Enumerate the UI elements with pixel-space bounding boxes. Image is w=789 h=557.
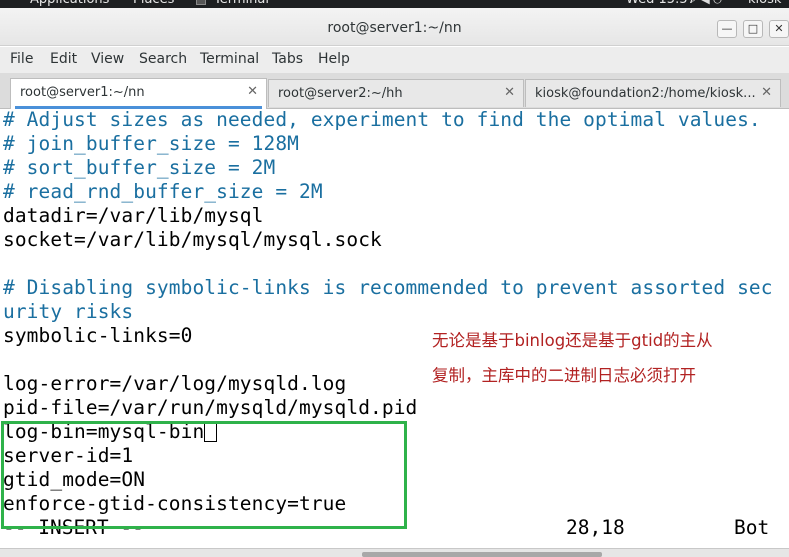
terminal-line: datadir=/var/lib/mysql bbox=[3, 204, 264, 227]
close-tab-icon[interactable]: ✕ bbox=[761, 85, 772, 100]
tab-label: root@server1:~/nn bbox=[20, 85, 145, 100]
tab-server2[interactable]: root@server2:~/hh ✕ bbox=[268, 79, 524, 107]
terminal-line: socket=/var/lib/mysql/mysql.sock bbox=[3, 228, 382, 251]
maximize-button[interactable]: □ bbox=[743, 20, 763, 38]
minimize-icon: — bbox=[721, 22, 733, 35]
tab-bar: root@server1:~/nn ✕ root@server2:~/hh ✕ … bbox=[0, 73, 789, 109]
terminal-line: symbolic-links=0 bbox=[3, 324, 193, 347]
annotation-line-1: 无论是基于binlog还是基于gtid的主从 bbox=[432, 331, 713, 350]
menu-file[interactable]: File bbox=[10, 51, 33, 67]
close-icon: ✕ bbox=[774, 22, 784, 35]
menu-search[interactable]: Search bbox=[139, 51, 187, 67]
terminal-line: log-error=/var/log/mysqld.log bbox=[3, 372, 347, 395]
close-tab-icon[interactable]: ✕ bbox=[247, 84, 258, 99]
menu-help[interactable]: Help bbox=[318, 51, 350, 67]
maximize-icon: □ bbox=[747, 22, 759, 35]
terminal-line: # Adjust sizes as needed, experiment to … bbox=[3, 109, 761, 131]
vim-cursor-position: 28,18 bbox=[566, 516, 625, 539]
gnome-top-bar: Applications Places Terminal Wed 15:57 ⚡… bbox=[0, 0, 789, 8]
bottom-scrollbar bbox=[0, 548, 789, 557]
vim-scroll-indicator: Bot bbox=[734, 516, 770, 539]
terminal-line: pid-file=/var/run/mysqld/mysqld.pid bbox=[3, 396, 418, 419]
tab-foundation2[interactable]: kiosk@foundation2:/home/kiosk... ✕ bbox=[525, 79, 781, 107]
applications-menu[interactable]: Applications bbox=[30, 0, 109, 8]
system-status-icons[interactable]: ⚡ ◀ ⏻ bbox=[690, 0, 722, 8]
menu-bar: File Edit View Search Terminal Tabs Help bbox=[0, 47, 789, 73]
menu-view[interactable]: View bbox=[91, 51, 124, 67]
tab-label: kiosk@foundation2:/home/kiosk... bbox=[535, 86, 756, 101]
close-button[interactable]: ✕ bbox=[769, 20, 789, 38]
highlight-box bbox=[1, 421, 407, 529]
menu-tabs[interactable]: Tabs bbox=[272, 51, 303, 67]
menu-terminal[interactable]: Terminal bbox=[200, 51, 259, 67]
terminal-line: # read_rnd_buffer_size = 2M bbox=[3, 180, 323, 203]
clock[interactable]: Wed 15:57 bbox=[626, 0, 696, 8]
terminal-line: # join_buffer_size = 128M bbox=[3, 132, 299, 155]
annotation-line-2: 复制，主库中的二进制日志必须打开 bbox=[432, 366, 696, 385]
window-titlebar[interactable]: root@server1:~/nn — □ ✕ bbox=[0, 8, 789, 46]
tab-server1[interactable]: root@server1:~/nn ✕ bbox=[10, 78, 267, 109]
user-menu[interactable]: kiosk bbox=[748, 0, 781, 8]
terminal-app-icon bbox=[196, 0, 206, 5]
window-title: root@server1:~/nn bbox=[327, 20, 462, 36]
terminal-app-menu[interactable]: Terminal bbox=[214, 0, 269, 8]
terminal-line: urity risks bbox=[3, 300, 134, 323]
close-tab-icon[interactable]: ✕ bbox=[504, 85, 515, 100]
places-menu[interactable]: Places bbox=[133, 0, 174, 8]
terminal-view[interactable]: # Adjust sizes as needed, experiment to … bbox=[0, 109, 789, 548]
menu-edit[interactable]: Edit bbox=[50, 51, 77, 67]
scrollbar-thumb[interactable] bbox=[362, 552, 602, 557]
terminal-line: # Disabling symbolic-links is recommende… bbox=[3, 276, 773, 299]
minimize-button[interactable]: — bbox=[717, 20, 737, 38]
terminal-line: # sort_buffer_size = 2M bbox=[3, 156, 276, 179]
tab-label: root@server2:~/hh bbox=[278, 86, 403, 101]
